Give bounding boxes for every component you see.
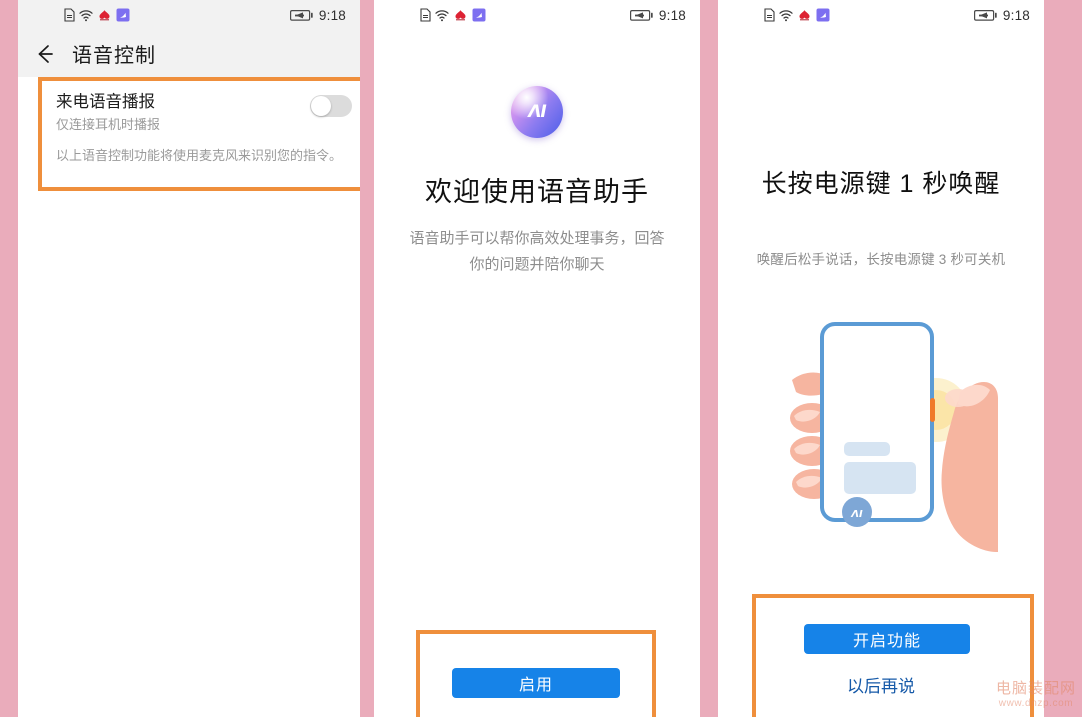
- status-bar-time: 9:18: [318, 7, 346, 23]
- status-bar-time: 9:18: [658, 7, 686, 23]
- app-badge-icon: [472, 8, 486, 22]
- orb-glyph: ΛI: [528, 102, 546, 122]
- status-bar: 9:18: [718, 0, 1044, 30]
- wake-subtitle: 唤醒后松手说话，长按电源键 3 秒可关机: [756, 252, 1006, 267]
- status-bar: 9:18: [374, 0, 700, 30]
- phone-panel-power-button-wake: 9:18 长按电源键 1 秒唤醒 唤醒后松手说话，长按电源键 3 秒可关机 ΛI…: [718, 0, 1044, 717]
- settings-card: 来电语音播报 仅连接耳机时播报 以上语音控制功能将使用麦克风来识别您的指令。: [42, 81, 360, 187]
- phone-panel-voice-assistant-welcome: 9:18 ΛI 欢迎使用语音助手 语音助手可以帮你高效处理事务，回答你的问题并陪…: [374, 0, 700, 717]
- welcome-title: 欢迎使用语音助手: [425, 177, 649, 207]
- wifi-icon: [79, 9, 93, 22]
- sim-card-icon: [764, 8, 775, 22]
- huawei-icon: [453, 9, 468, 22]
- huawei-icon: [797, 9, 812, 22]
- toggle-knob: [311, 96, 331, 116]
- incoming-call-announce-toggle[interactable]: [310, 95, 352, 117]
- app-bar: 语音控制: [18, 30, 360, 77]
- phone-panel-voice-control-settings: 9:18 语音控制 来电语音播报 仅连接耳机时播报 以上语音控制功能将使用麦克风…: [18, 0, 360, 717]
- setting-row-texts: 来电语音播报 仅连接耳机时播报: [56, 91, 310, 134]
- status-bar-icons: [420, 8, 486, 22]
- welcome-subtitle: 语音助手可以帮你高效处理事务，回答你的问题并陪你聊天: [409, 230, 665, 274]
- later-link[interactable]: 以后再说: [718, 672, 1044, 697]
- app-badge-icon: [816, 8, 830, 22]
- page-title: 语音控制: [72, 45, 156, 67]
- enable-buttons-highlight-box: [752, 594, 1034, 717]
- battery-charging-icon: [629, 9, 654, 22]
- sim-card-icon: [64, 8, 75, 22]
- wake-body: 长按电源键 1 秒唤醒 唤醒后松手说话，长按电源键 3 秒可关机 ΛI 开启功能…: [718, 30, 1044, 717]
- status-bar-icons: [64, 8, 130, 22]
- screenshot-canvas: 9:18 语音控制 来电语音播报 仅连接耳机时播报 以上语音控制功能将使用麦克风…: [0, 0, 1082, 717]
- logo-container: ΛI: [374, 86, 700, 138]
- ai-assistant-orb-icon: ΛI: [511, 86, 563, 138]
- app-badge-icon: [116, 8, 130, 22]
- battery-charging-icon: [973, 9, 998, 22]
- welcome-body: ΛI 欢迎使用语音助手 语音助手可以帮你高效处理事务，回答你的问题并陪你聊天 启…: [374, 30, 700, 717]
- status-bar-icons: [764, 8, 830, 22]
- status-bar-right: 9:18: [973, 7, 1030, 23]
- wifi-icon: [779, 9, 793, 22]
- setting-row-subtitle: 仅连接耳机时播报: [56, 117, 161, 133]
- wake-title: 长按电源键 1 秒唤醒: [761, 170, 1001, 198]
- setting-row-title: 来电语音播报: [56, 93, 155, 111]
- enable-button[interactable]: 启用: [452, 668, 620, 698]
- settings-footer-note: 以上语音控制功能将使用麦克风来识别您的指令。: [56, 147, 343, 163]
- setting-row-incoming-call-announce[interactable]: 来电语音播报 仅连接耳机时播报: [56, 91, 352, 134]
- status-bar-right: 9:18: [289, 7, 346, 23]
- status-bar: 9:18: [18, 0, 360, 30]
- battery-charging-icon: [289, 9, 314, 22]
- sim-card-icon: [420, 8, 431, 22]
- enable-feature-button[interactable]: 开启功能: [804, 624, 970, 654]
- status-bar-time: 9:18: [1002, 7, 1030, 23]
- wifi-icon: [435, 9, 449, 22]
- svg-text:ΛI: ΛI: [850, 509, 863, 520]
- huawei-icon: [97, 9, 112, 22]
- hand-holding-phone-power-button-illustration: ΛI: [788, 320, 998, 555]
- back-arrow-icon[interactable]: [32, 41, 58, 67]
- status-bar-right: 9:18: [629, 7, 686, 23]
